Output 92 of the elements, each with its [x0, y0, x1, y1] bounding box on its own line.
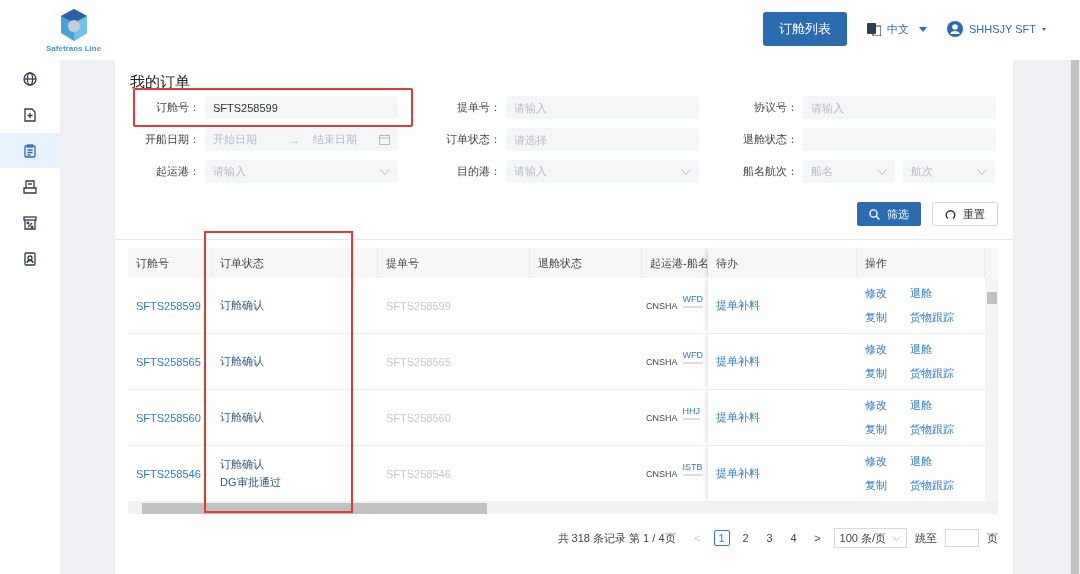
status-text: 订舱确认 — [220, 354, 264, 369]
field-label: 开船日期： — [144, 132, 201, 147]
order-number-link[interactable]: SFTS258565 — [136, 355, 201, 368]
action-link[interactable]: 货物跟踪 — [910, 366, 980, 381]
order-number-link[interactable]: SFTS258560 — [136, 411, 201, 424]
chevron-down-icon — [380, 168, 390, 175]
column-header: 提单号 — [378, 248, 530, 278]
page-button[interactable]: 3 — [761, 530, 778, 546]
table-cell: CNSHA — [646, 356, 678, 367]
action-link[interactable]: 退舱 — [910, 398, 980, 413]
order-list-button[interactable]: 订舱列表 — [762, 12, 847, 46]
field-label: 目的港： — [456, 164, 502, 179]
chevron-down-icon — [892, 535, 901, 541]
page-button[interactable]: 4 — [785, 530, 802, 546]
field-label: 退舱状态： — [742, 132, 799, 147]
vertical-scrollbar[interactable] — [985, 278, 998, 502]
action-link[interactable]: 修改 — [865, 398, 910, 413]
page-button[interactable]: 1 — [713, 530, 730, 546]
status-text: 订舱确认 — [220, 410, 264, 425]
jump-label: 跳至 — [915, 530, 937, 546]
page-unit-label: 页 — [987, 530, 998, 546]
action-link[interactable]: 货物跟踪 — [910, 310, 980, 325]
field-label: 船名航次： — [742, 164, 799, 179]
field-label: 提单号： — [456, 100, 502, 115]
todo-link[interactable]: 提单补料 — [716, 466, 760, 481]
status-text: 订舱确认 — [220, 298, 264, 313]
chevron-down-icon — [681, 168, 691, 175]
action-link[interactable]: 退舱 — [910, 342, 980, 357]
column-header: 起运港-船名 — [642, 248, 708, 278]
table-cell: CNSHA — [646, 300, 678, 311]
column-header: 操作 — [857, 248, 985, 278]
action-link[interactable]: 修改 — [865, 286, 910, 301]
action-link[interactable]: 退舱 — [910, 286, 980, 301]
percent-box-icon — [23, 215, 37, 230]
todo-link[interactable]: 提单补料 — [716, 410, 760, 425]
translate-icon — [866, 22, 881, 36]
language-selector[interactable]: 中文 — [866, 21, 927, 37]
vessel-link[interactable]: ISTB — [682, 461, 703, 476]
action-link[interactable]: 修改 — [865, 454, 910, 469]
field-label: 起运港： — [155, 164, 201, 179]
logo-cube-icon — [60, 9, 87, 41]
calendar-icon — [379, 134, 390, 145]
page-number-field[interactable] — [945, 529, 979, 547]
status-text: 订舱确认 — [220, 457, 264, 472]
table-cell: SFTS258560 — [386, 411, 451, 424]
action-link[interactable]: 复制 — [865, 478, 910, 493]
printer-icon — [23, 179, 37, 194]
column-header: 退舱状态 — [530, 248, 642, 278]
next-page-button[interactable]: > — [809, 530, 826, 546]
filter-button[interactable]: 筛选 — [857, 202, 921, 226]
vessel-link[interactable]: WFD — [682, 293, 703, 308]
column-header: 订舱号 — [128, 248, 212, 278]
field-label: 订单状态： — [445, 132, 502, 147]
contact-card-icon — [23, 251, 37, 266]
user-avatar-icon — [946, 21, 963, 37]
table-cell: CNSHA — [646, 468, 678, 479]
field-label: 协议号： — [753, 100, 799, 115]
globe-icon — [23, 71, 37, 86]
text-field[interactable]: SFTS258599 — [205, 96, 398, 119]
order-number-link[interactable]: SFTS258546 — [136, 467, 201, 480]
action-link[interactable]: 货物跟踪 — [910, 478, 980, 493]
field-label: 订舱号： — [155, 100, 201, 115]
action-link[interactable]: 退舱 — [910, 454, 980, 469]
table-cell: CNSHA — [646, 412, 678, 423]
page-scrollbar[interactable] — [1070, 60, 1080, 574]
action-link[interactable]: 复制 — [865, 310, 910, 325]
todo-link[interactable]: 提单补料 — [716, 298, 760, 313]
page-size-select[interactable]: 100 条/页 — [833, 528, 907, 548]
action-link[interactable]: 货物跟踪 — [910, 422, 980, 437]
refresh-icon — [945, 208, 956, 220]
status-text: DG审批通过 — [220, 475, 281, 490]
reset-button[interactable]: 重置 — [932, 202, 998, 226]
vessel-link[interactable]: WFD — [682, 349, 703, 364]
user-menu[interactable]: SHHSJY SFT — [946, 21, 1046, 37]
table-cell: SFTS258546 — [386, 467, 451, 480]
add-file-icon — [23, 107, 37, 122]
table-cell: SFTS258599 — [386, 299, 451, 312]
action-link[interactable]: 复制 — [865, 366, 910, 381]
horizontal-scrollbar[interactable] — [128, 502, 998, 514]
logo-text: Safetrans Line — [46, 44, 102, 53]
action-link[interactable]: 复制 — [865, 422, 910, 437]
action-link[interactable]: 修改 — [865, 342, 910, 357]
vessel-link[interactable]: HHJ — [682, 405, 700, 420]
chevron-down-icon — [877, 168, 887, 175]
todo-link[interactable]: 提单补料 — [716, 354, 760, 369]
order-number-link[interactable]: SFTS258599 — [136, 299, 201, 312]
search-icon — [869, 208, 880, 220]
clipboard-icon — [23, 143, 37, 158]
record-summary: 共 318 条记录 第 1 / 4页 — [557, 530, 676, 546]
table-cell: SFTS258565 — [386, 355, 451, 368]
chevron-down-icon — [977, 168, 987, 175]
page-button[interactable]: 2 — [737, 530, 754, 546]
